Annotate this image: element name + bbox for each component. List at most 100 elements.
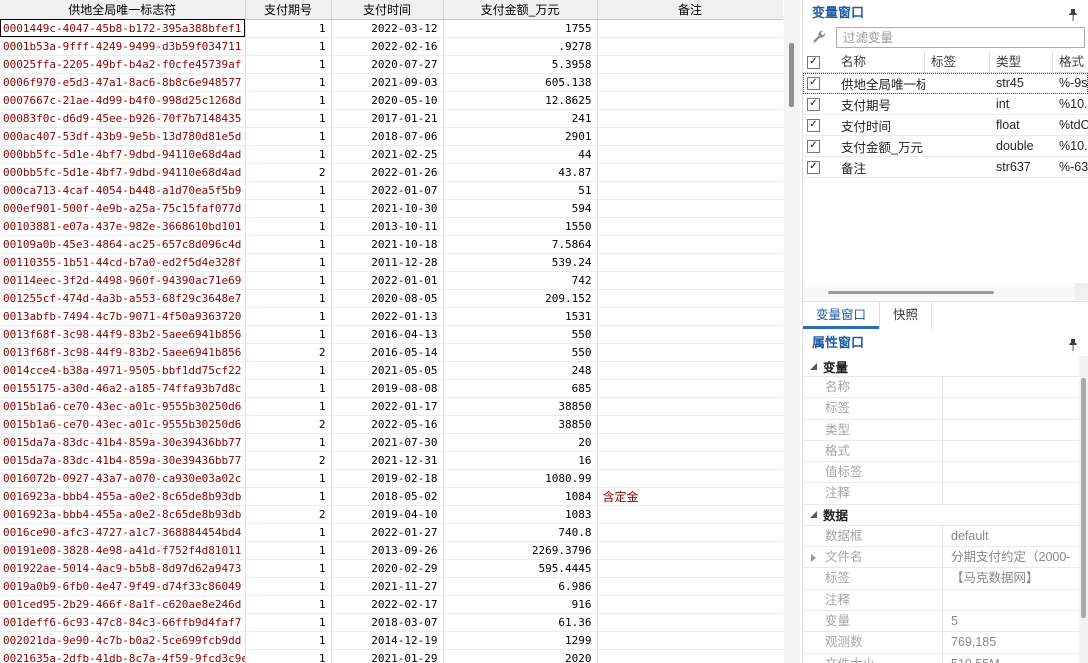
property-value[interactable] <box>943 441 1088 461</box>
variable-checkbox[interactable]: ✓ <box>807 97 820 111</box>
cell-payment-period[interactable]: 1 <box>245 487 332 506</box>
cell-remark[interactable] <box>597 505 783 524</box>
cell-payment-period[interactable]: 1 <box>245 361 332 380</box>
cell-payment-date[interactable]: 2022-05-16 <box>331 415 444 434</box>
variables-horizontal-scrollbar[interactable] <box>803 287 1088 297</box>
cell-payment-period[interactable]: 1 <box>245 577 332 596</box>
cell-payment-date[interactable]: 2020-07-27 <box>331 55 444 74</box>
variable-row[interactable]: ✓ 支付金额_万元 double %10.0 <box>803 136 1088 157</box>
cell-payment-period[interactable]: 1 <box>245 649 332 663</box>
cell-remark[interactable] <box>597 451 783 470</box>
table-column-header-0[interactable]: 供地全局唯一标志符 <box>0 0 246 20</box>
cell-payment-period[interactable]: 1 <box>245 523 332 542</box>
variable-checkbox[interactable]: ✓ <box>807 76 820 90</box>
cell-payment-amount[interactable]: 742 <box>443 271 598 290</box>
cell-remark[interactable] <box>597 289 783 308</box>
cell-payment-date[interactable]: 2014-12-19 <box>331 631 444 650</box>
cell-land-id[interactable]: 0013f68f-3c98-44f9-83b2-5aee6941b856 <box>0 343 246 362</box>
scrollbar-thumb[interactable] <box>828 291 994 294</box>
cell-payment-period[interactable]: 1 <box>245 145 332 164</box>
cell-land-id[interactable]: 001255cf-474d-4a3b-a553-68f29c3648e7 <box>0 289 246 308</box>
cell-payment-amount[interactable]: 1084 <box>443 487 598 506</box>
cell-payment-period[interactable]: 1 <box>245 307 332 326</box>
cell-remark[interactable] <box>597 55 783 74</box>
cell-payment-period[interactable]: 1 <box>245 379 332 398</box>
cell-land-id[interactable]: 0015da7a-83dc-41b4-859a-30e39436bb77 <box>0 451 246 470</box>
cell-payment-date[interactable]: 2022-01-26 <box>331 163 444 182</box>
property-value[interactable]: 分期支付约定（2000- <box>943 547 1088 567</box>
cell-land-id[interactable]: 0016923a-bbb4-455a-a0e2-8c65de8b93db <box>0 487 246 506</box>
cell-remark[interactable] <box>597 523 783 542</box>
cell-payment-amount[interactable]: 1755 <box>443 19 598 38</box>
cell-payment-amount[interactable]: 38850 <box>443 397 598 416</box>
section-header[interactable]: 数据 <box>803 505 1088 526</box>
cell-payment-period[interactable]: 1 <box>245 271 332 290</box>
cell-payment-amount[interactable]: 7.5864 <box>443 235 598 254</box>
cell-payment-period[interactable]: 1 <box>245 595 332 614</box>
property-value[interactable]: 510.55M <box>943 654 1088 663</box>
cell-payment-date[interactable]: 2020-02-29 <box>331 559 444 578</box>
cell-remark[interactable] <box>597 145 783 164</box>
cell-payment-amount[interactable]: 594 <box>443 199 598 218</box>
variable-checkbox[interactable]: ✓ <box>807 118 820 132</box>
cell-payment-amount[interactable]: 2901 <box>443 127 598 146</box>
cell-payment-date[interactable]: 2021-09-03 <box>331 73 444 92</box>
cell-payment-date[interactable]: 2022-01-13 <box>331 307 444 326</box>
cell-payment-date[interactable]: 2022-01-27 <box>331 523 444 542</box>
cell-payment-amount[interactable]: 550 <box>443 325 598 344</box>
property-value[interactable]: 5 <box>943 611 1088 631</box>
cell-payment-date[interactable]: 2021-10-30 <box>331 199 444 218</box>
cell-land-id[interactable]: 00114eec-3f2d-4498-960f-94390ac71e69 <box>0 271 246 290</box>
cell-payment-amount[interactable]: 1531 <box>443 307 598 326</box>
cell-payment-amount[interactable]: 1080.99 <box>443 469 598 488</box>
cell-payment-date[interactable]: 2019-02-18 <box>331 469 444 488</box>
cell-land-id[interactable]: 00155175-a30d-46a2-a185-74ffa93b7d8c <box>0 379 246 398</box>
cell-land-id[interactable]: 0015b1a6-ce70-43ec-a01c-9555b30250d6 <box>0 415 246 434</box>
property-value[interactable] <box>943 420 1088 440</box>
cell-payment-amount[interactable]: 44 <box>443 145 598 164</box>
cell-payment-date[interactable]: 2018-03-07 <box>331 613 444 632</box>
cell-payment-amount[interactable]: 595.4445 <box>443 559 598 578</box>
property-value[interactable]: default <box>943 526 1088 546</box>
cell-remark[interactable] <box>597 163 783 182</box>
cell-land-id[interactable]: 0015da7a-83dc-41b4-859a-30e39436bb77 <box>0 433 246 452</box>
property-value[interactable] <box>943 398 1088 418</box>
cell-payment-amount[interactable]: 1083 <box>443 505 598 524</box>
cell-land-id[interactable]: 0001449c-4047-45b8-b172-395a388bfef1 <box>0 19 246 38</box>
cell-remark[interactable] <box>597 235 783 254</box>
table-column-header-1[interactable]: 支付期号 <box>245 0 332 20</box>
cell-land-id[interactable]: 0014cce4-b38a-4971-9505-bbf1dd75cf22 <box>0 361 246 380</box>
property-value[interactable] <box>943 377 1088 397</box>
cell-payment-date[interactable]: 2021-11-27 <box>331 577 444 596</box>
cell-payment-period[interactable]: 1 <box>245 469 332 488</box>
cell-remark[interactable] <box>597 613 783 632</box>
cell-remark[interactable] <box>597 595 783 614</box>
cell-payment-amount[interactable]: 1299 <box>443 631 598 650</box>
scrollbar-thumb[interactable] <box>789 43 794 107</box>
cell-payment-date[interactable]: 2017-01-21 <box>331 109 444 128</box>
cell-payment-date[interactable]: 2018-07-06 <box>331 127 444 146</box>
cell-land-id[interactable]: 0021635a-2dfb-41db-8c7a-4f59-9fcd3c9e <box>0 649 246 663</box>
cell-land-id[interactable]: 001deff6-6c93-47c8-84c3-66ffb9d4faf7 <box>0 613 246 632</box>
cell-payment-date[interactable]: 2021-10-18 <box>331 235 444 254</box>
cell-land-id[interactable]: 00109a0b-45e3-4864-ac25-657c8d096c4d <box>0 235 246 254</box>
cell-payment-amount[interactable]: 43.87 <box>443 163 598 182</box>
cell-payment-date[interactable]: 2021-05-05 <box>331 361 444 380</box>
cell-payment-amount[interactable]: 61.36 <box>443 613 598 632</box>
cell-payment-period[interactable]: 2 <box>245 163 332 182</box>
cell-land-id[interactable]: 002021da-9e90-4c7b-b0a2-5ce699fcb9dd <box>0 631 246 650</box>
cell-payment-date[interactable]: 2022-01-07 <box>331 181 444 200</box>
cell-payment-amount[interactable]: 5.3958 <box>443 55 598 74</box>
column-header-type[interactable]: 类型 <box>990 51 1053 73</box>
cell-land-id[interactable]: 0016923a-bbb4-455a-a0e2-8c65de8b93db <box>0 505 246 524</box>
cell-payment-period[interactable]: 1 <box>245 19 332 38</box>
cell-remark[interactable] <box>597 73 783 92</box>
cell-remark[interactable]: 含定金 <box>597 487 783 506</box>
cell-remark[interactable] <box>597 361 783 380</box>
cell-payment-date[interactable]: 2020-05-10 <box>331 91 444 110</box>
cell-payment-amount[interactable]: 2020 <box>443 649 598 663</box>
variable-row[interactable]: ✓ 供地全局唯一标... str45 %-9s <box>803 73 1088 94</box>
cell-payment-amount[interactable]: 12.8625 <box>443 91 598 110</box>
cell-payment-amount[interactable]: 248 <box>443 361 598 380</box>
cell-remark[interactable] <box>597 199 783 218</box>
